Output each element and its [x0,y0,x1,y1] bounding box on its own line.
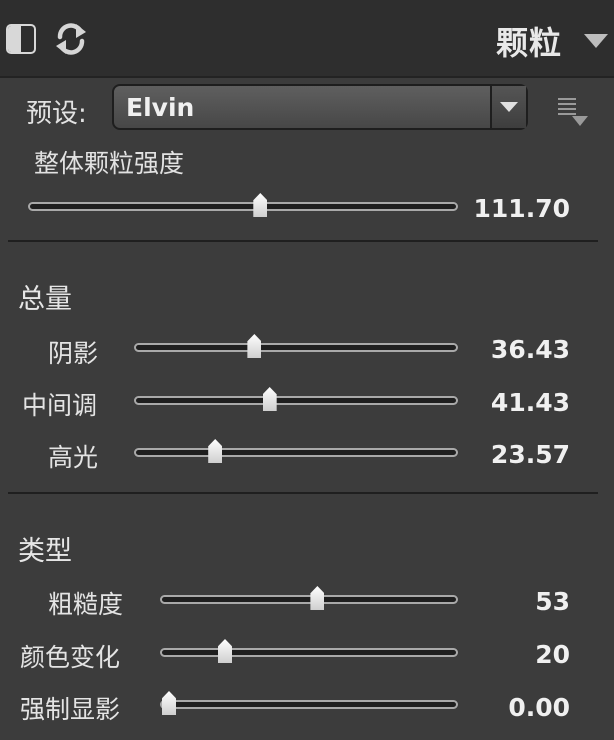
chevron-down-icon[interactable] [490,86,526,128]
panel-title: 颗粒 [495,24,562,62]
master-grain-label: 整体颗粒强度 [34,149,185,178]
roughness-value: 53 [535,587,570,616]
preset-label: 预设: [26,99,87,129]
color-variation-slider-track[interactable] [160,648,458,657]
master-grain-value: 111.70 [473,194,570,223]
color-variation-slider-thumb[interactable] [218,639,232,663]
push-processing-value: 0.00 [508,693,570,722]
list-menu-icon[interactable] [558,98,594,132]
preset-dropdown[interactable]: Elvin [112,84,528,130]
highlights-slider-track[interactable] [134,448,458,457]
color-variation-value: 20 [535,640,570,669]
panel-header: 颗粒 [0,0,614,78]
divider [8,240,598,242]
triangle-down-icon[interactable] [584,34,608,48]
push-processing-label: 强制显影 [20,695,121,724]
midtones-label: 中间调 [22,391,98,420]
shadows-value: 36.43 [490,335,570,364]
midtones-value: 41.43 [490,388,570,417]
divider [8,492,598,494]
highlights-slider-thumb[interactable] [208,439,223,463]
midtones-slider-thumb[interactable] [262,387,277,411]
roughness-slider-track[interactable] [160,595,458,604]
push-processing-slider-thumb[interactable] [162,691,176,715]
shadows-slider-thumb[interactable] [247,334,262,358]
reset-icon[interactable] [52,20,90,58]
push-processing-slider-track[interactable] [160,700,458,709]
master-grain-slider-thumb[interactable] [253,193,268,217]
shadows-slider-track[interactable] [134,343,458,352]
roughness-slider-thumb[interactable] [310,586,325,610]
color-variation-label: 颜色变化 [20,643,121,672]
midtones-slider-track[interactable] [134,396,458,405]
type-section-title: 类型 [18,536,72,567]
shadows-label: 阴影 [48,339,99,368]
roughness-label: 粗糙度 [48,590,124,619]
highlights-label: 高光 [48,443,99,472]
preset-value: Elvin [126,93,195,122]
amount-section-title: 总量 [18,284,72,315]
split-compare-icon[interactable] [6,24,36,54]
master-grain-slider-track[interactable] [28,202,458,211]
highlights-value: 23.57 [490,440,570,469]
